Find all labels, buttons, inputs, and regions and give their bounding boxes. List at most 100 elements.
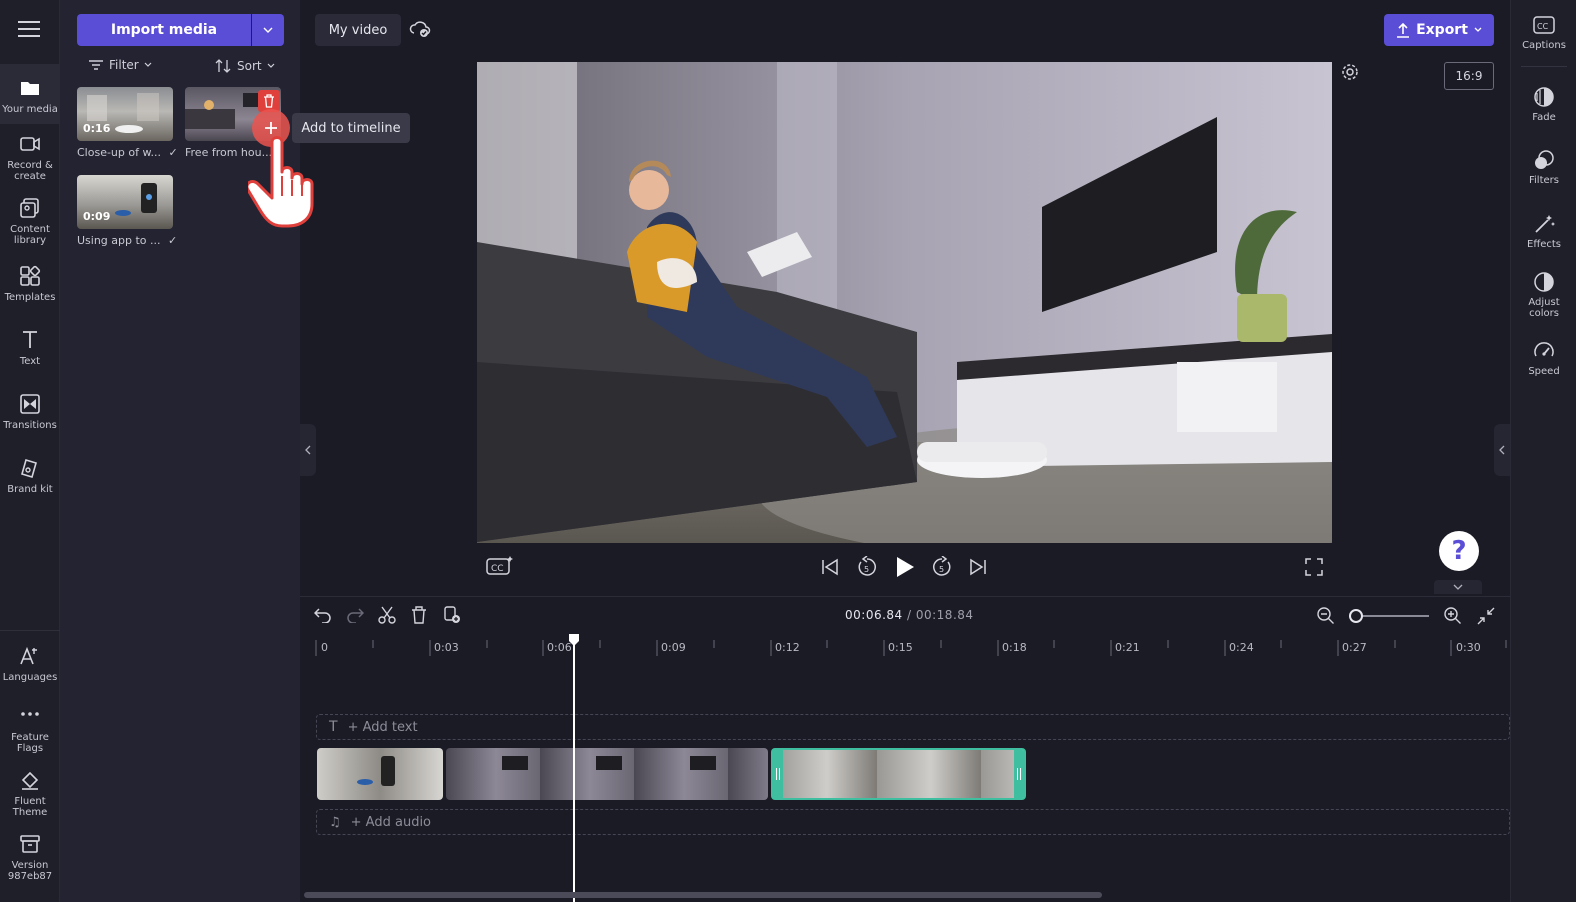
playhead-line <box>573 644 575 902</box>
help-button[interactable]: ? <box>1439 531 1479 571</box>
timeline-clip[interactable] <box>317 748 443 800</box>
nav-version[interactable]: Version 987eb87 <box>0 832 60 882</box>
effects-icon <box>1533 213 1555 235</box>
add-text-label: + Add text <box>347 719 418 735</box>
export-button[interactable]: Export <box>1384 14 1494 46</box>
playhead[interactable] <box>569 634 579 902</box>
nav-record-create[interactable]: Record & create <box>0 132 60 188</box>
folder-icon <box>18 76 42 100</box>
sort-label: Sort <box>237 59 262 73</box>
zoom-in-button[interactable] <box>1444 607 1462 625</box>
clip-trim-handle-right[interactable] <box>1014 750 1024 798</box>
zoom-slider-thumb[interactable] <box>1349 609 1363 623</box>
nav-text[interactable]: Text <box>0 328 60 374</box>
templates-icon <box>18 264 42 288</box>
skip-to-end-button[interactable] <box>968 557 988 577</box>
clip-trim-handle-left[interactable] <box>773 750 783 798</box>
languages-icon <box>18 644 42 668</box>
forward-5-button[interactable]: 5 <box>931 556 953 578</box>
timeline-clip[interactable] <box>446 748 768 800</box>
speed-icon <box>1533 340 1555 362</box>
sort-icon <box>215 59 231 73</box>
tool-filters[interactable]: Filters <box>1511 149 1576 186</box>
nav-fluent-theme[interactable]: Fluent Theme <box>0 768 60 818</box>
duplicate-clip-button[interactable] <box>443 606 461 624</box>
sort-button[interactable]: Sort <box>214 58 275 74</box>
delete-clip-button[interactable] <box>411 606 427 624</box>
nav-label: Version 987eb87 <box>7 860 53 882</box>
clip-thumbnail <box>357 756 395 786</box>
tool-captions[interactable]: CC Captions <box>1511 14 1576 51</box>
nav-content-library[interactable]: Content library <box>0 196 60 252</box>
rewind-5-button[interactable]: 5 <box>856 556 878 578</box>
tick-label: 0:12 <box>775 641 800 654</box>
captions-toggle-button[interactable]: CC <box>486 555 514 577</box>
skip-to-start-button[interactable] <box>820 557 840 577</box>
collapse-help-button[interactable] <box>1434 580 1482 594</box>
fullscreen-icon <box>1305 558 1323 576</box>
add-audio-track[interactable]: ♫ + Add audio <box>316 809 1510 835</box>
nav-transitions[interactable]: Transitions <box>0 392 60 438</box>
hamburger-menu-button[interactable] <box>18 20 40 38</box>
filter-button[interactable]: Filter <box>88 58 152 72</box>
tick-label: 0:09 <box>661 641 686 654</box>
add-text-track[interactable]: T + Add text <box>316 714 1510 740</box>
time-readout: 00:06.84 / 00:18.84 <box>845 608 974 622</box>
import-media-button[interactable]: Import media <box>77 14 251 46</box>
zoom-out-icon <box>1317 607 1334 624</box>
nav-your-media[interactable]: Your media <box>0 64 60 124</box>
preview-frame <box>477 62 1332 543</box>
trash-icon <box>412 606 426 624</box>
aspect-ratio-button[interactable]: 16:9 <box>1444 62 1494 90</box>
chevron-down-icon <box>1453 584 1463 590</box>
rewind-icon: 5 <box>858 556 876 576</box>
timeline-clip-selected[interactable] <box>771 748 1026 800</box>
fullscreen-button[interactable] <box>1305 558 1323 576</box>
timeline-scrollbar[interactable] <box>304 892 1102 898</box>
nav-label: Fluent Theme <box>12 796 48 818</box>
tick-label: 0:27 <box>1342 641 1367 654</box>
redo-button[interactable] <box>346 607 364 623</box>
media-thumbnail[interactable]: 0:09 <box>77 175 173 229</box>
tool-speed[interactable]: Speed <box>1511 340 1576 377</box>
collapse-properties-panel-button[interactable] <box>1494 424 1510 476</box>
tick-label: 0:03 <box>434 641 459 654</box>
preview-settings-button[interactable] <box>1341 63 1359 81</box>
import-media-dropdown[interactable] <box>252 14 284 46</box>
undo-button[interactable] <box>314 607 332 623</box>
fit-timeline-button[interactable] <box>1477 607 1495 625</box>
tool-effects[interactable]: Effects <box>1511 213 1576 250</box>
project-title[interactable]: My video <box>315 14 401 46</box>
media-thumbnail[interactable]: 0:16 <box>77 87 173 141</box>
skip-end-icon <box>970 558 986 576</box>
nav-label: Text <box>19 356 41 367</box>
play-icon <box>897 557 914 577</box>
chevron-down-icon <box>144 62 152 67</box>
zoom-slider[interactable] <box>1349 608 1431 624</box>
transitions-icon <box>18 392 42 416</box>
total-time: / 00:18.84 <box>907 608 974 622</box>
nav-label: Record & create <box>7 160 53 182</box>
nav-label: Content library <box>10 224 50 246</box>
nav-languages[interactable]: Languages <box>0 644 60 690</box>
svg-text:CC: CC <box>491 564 504 574</box>
zoom-out-button[interactable] <box>1317 607 1335 625</box>
collapse-media-panel-button[interactable] <box>300 424 316 476</box>
nav-label: Templates <box>4 292 56 303</box>
tick-label: 0:18 <box>1002 641 1027 654</box>
video-preview[interactable] <box>477 62 1332 543</box>
play-button[interactable] <box>894 555 916 579</box>
split-button[interactable] <box>378 606 396 624</box>
nav-feature-flags[interactable]: Feature Flags <box>0 704 60 754</box>
nav-divider <box>0 630 60 631</box>
more-icon <box>18 704 42 728</box>
library-icon <box>18 196 42 220</box>
nav-brand-kit[interactable]: Brand kit <box>0 456 60 502</box>
text-icon <box>18 328 42 352</box>
tick-label: 0:21 <box>1115 641 1140 654</box>
grip-icon <box>776 768 780 780</box>
tool-fade[interactable]: Fade <box>1511 86 1576 123</box>
scissors-icon <box>378 606 396 624</box>
tool-adjust-colors[interactable]: Adjust colors <box>1511 271 1576 319</box>
nav-templates[interactable]: Templates <box>0 264 60 310</box>
